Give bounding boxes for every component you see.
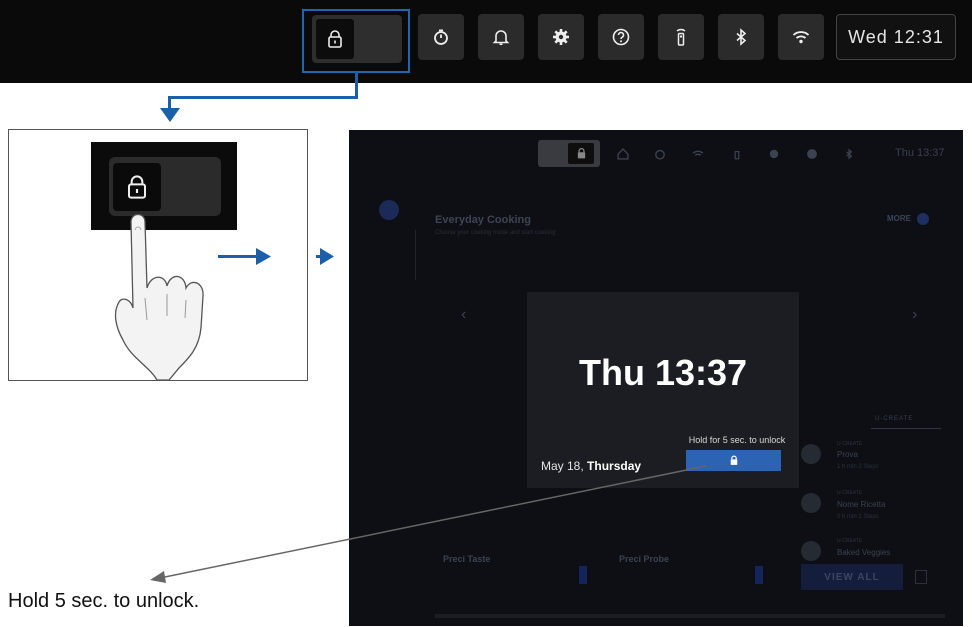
caption: Hold 5 sec. to unlock.: [8, 590, 200, 612]
callout-line: [150, 465, 707, 583]
